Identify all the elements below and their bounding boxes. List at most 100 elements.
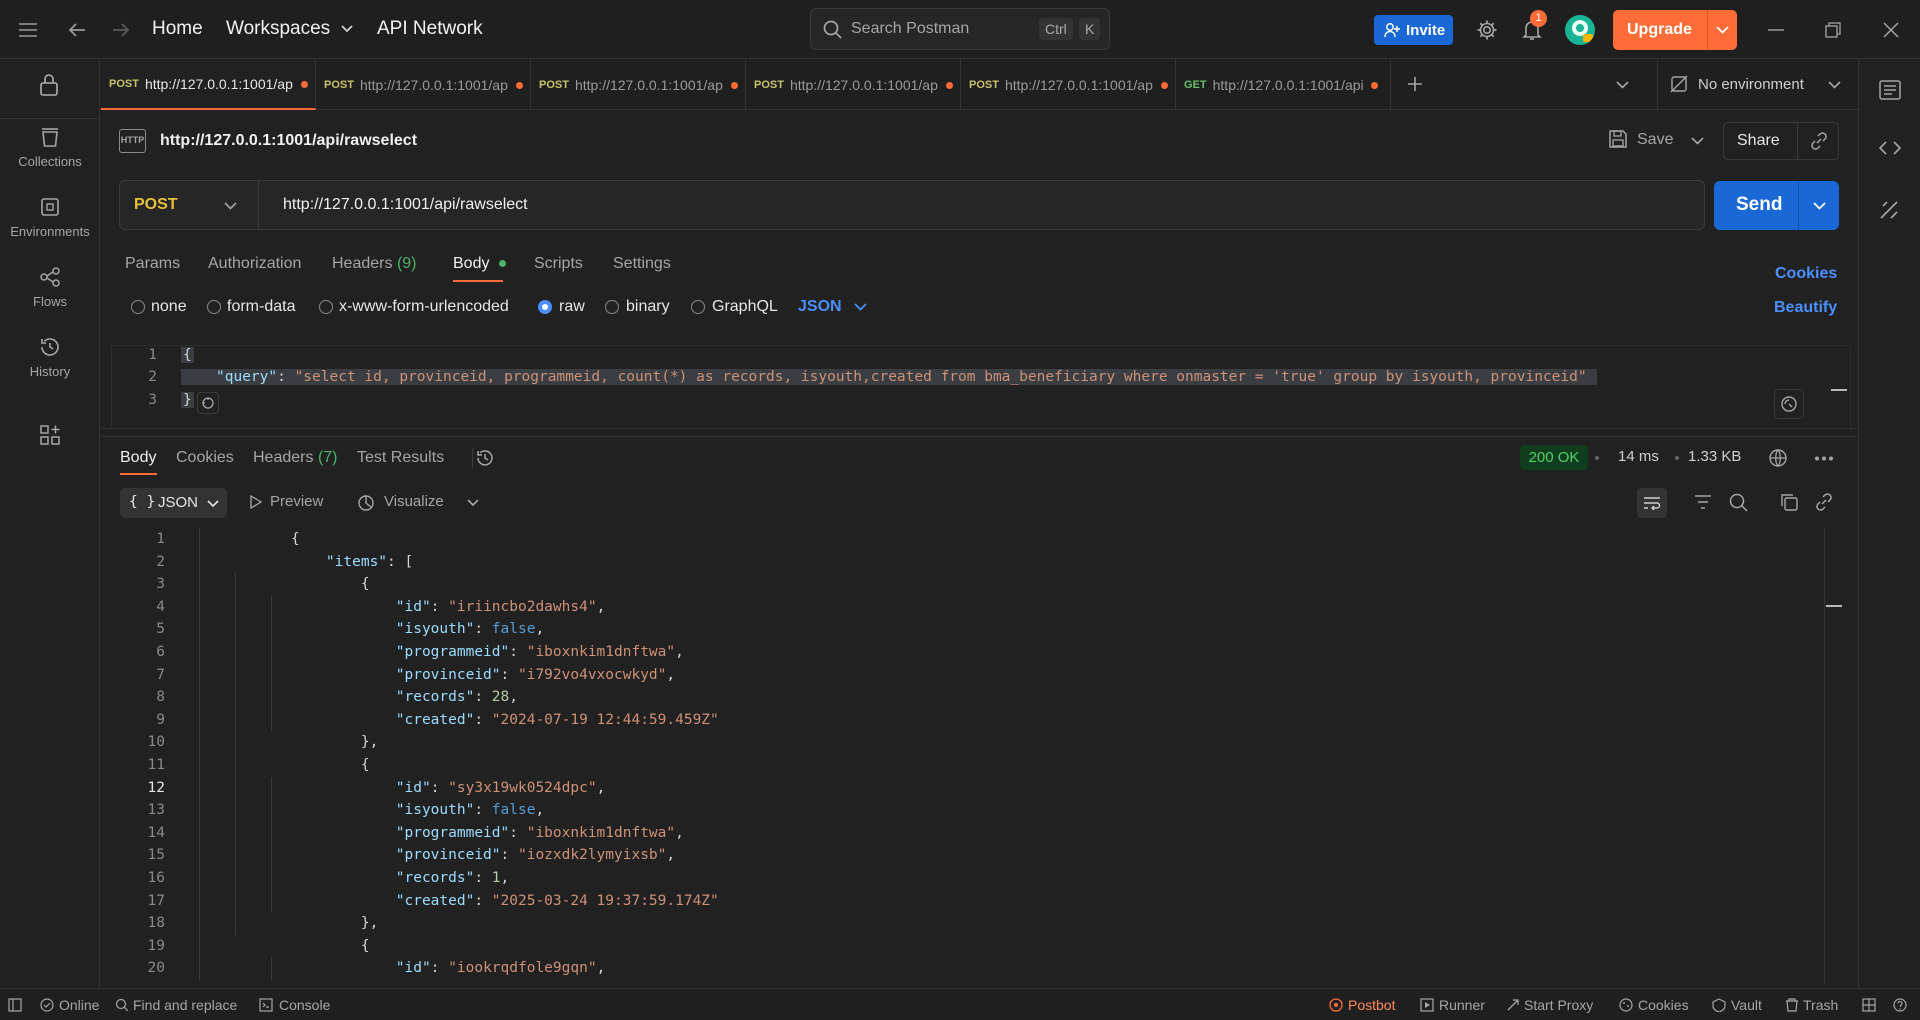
chevron-down-icon[interactable] — [1616, 81, 1629, 89]
tab-url: http://127.0.0.1:1001/ap — [574, 77, 723, 93]
visualize-button[interactable]: Visualize — [384, 493, 444, 510]
response-tab-test-results[interactable]: Test Results — [357, 449, 444, 467]
pane-divider[interactable] — [101, 436, 1858, 437]
new-tab-plus-icon[interactable] — [1407, 76, 1423, 92]
request-tab[interactable]: POST http://127.0.0.1:1001/ap — [101, 60, 316, 110]
cookies-link[interactable]: Cookies — [1775, 265, 1837, 283]
chevron-down-icon[interactable] — [1716, 26, 1729, 34]
search-box[interactable]: Search Postman Ctrl K — [810, 8, 1110, 50]
history-icon[interactable] — [475, 448, 495, 468]
nav-home[interactable]: Home — [152, 18, 203, 40]
postbot-button[interactable]: Postbot — [1348, 997, 1395, 1013]
sidebar-item-environments[interactable]: Environments — [0, 196, 100, 239]
console-button[interactable]: Console — [279, 997, 330, 1013]
request-tab[interactable]: POST http://127.0.0.1:1001/ap — [961, 60, 1176, 110]
tab-method: POST — [109, 78, 139, 90]
tab-params[interactable]: Params — [125, 255, 180, 273]
search-icon[interactable] — [1729, 493, 1748, 512]
send-button[interactable]: Send — [1714, 181, 1839, 230]
request-title[interactable]: http://127.0.0.1:1001/api/rawselect — [160, 132, 417, 150]
more-options-icon[interactable] — [1814, 456, 1834, 461]
trash-button[interactable]: Trash — [1803, 997, 1838, 1013]
back-arrow-icon[interactable] — [63, 16, 91, 44]
scrollbar-track[interactable] — [1824, 528, 1825, 984]
link-icon[interactable] — [1810, 132, 1828, 150]
request-body-editor[interactable]: 1 2 3 { "query": "select id, provinceid,… — [101, 345, 1858, 429]
cookies-button[interactable]: Cookies — [1638, 997, 1689, 1013]
tab-scripts[interactable]: Scripts — [534, 255, 583, 273]
code-icon[interactable] — [1879, 140, 1901, 156]
start-proxy-button[interactable]: Start Proxy — [1524, 997, 1593, 1013]
copy-icon[interactable] — [1780, 493, 1798, 511]
close-icon[interactable] — [1877, 16, 1905, 44]
runner-button[interactable]: Runner — [1439, 997, 1485, 1013]
related-collections-icon[interactable] — [1879, 200, 1899, 220]
upgrade-button[interactable]: Upgrade — [1613, 10, 1737, 50]
radio-binary[interactable] — [605, 300, 619, 314]
minimize-icon[interactable] — [1762, 16, 1790, 44]
tab-settings[interactable]: Settings — [613, 255, 671, 273]
tab-body[interactable]: Body — [453, 255, 506, 273]
configure-sidebar-icon[interactable] — [39, 424, 61, 446]
toggle-sidebar-icon[interactable] — [8, 998, 22, 1012]
vault-button[interactable]: Vault — [1731, 997, 1762, 1013]
status-badge[interactable]: 200 OK — [1520, 445, 1588, 470]
find-replace-button[interactable]: Find and replace — [133, 997, 237, 1013]
response-size[interactable]: 1.33 KB — [1688, 448, 1741, 465]
sidebar-item-history[interactable]: History — [0, 336, 100, 379]
sidebar-item-collections[interactable]: Collections — [0, 126, 100, 169]
documentation-icon[interactable] — [1879, 80, 1901, 100]
response-tab-cookies[interactable]: Cookies — [176, 449, 234, 467]
radio-raw[interactable] — [538, 300, 552, 314]
save-button[interactable]: Save — [1637, 131, 1673, 149]
request-tab[interactable]: POST http://127.0.0.1:1001/ap — [531, 60, 746, 110]
link-icon[interactable] — [1815, 493, 1833, 511]
response-body-viewer[interactable]: 1 {2 "items": [3 {4 "id": "iriincbo2dawhs… — [101, 528, 1826, 984]
response-headers-label: Headers — [253, 449, 314, 466]
response-tab-headers[interactable]: Headers (7) — [253, 449, 338, 467]
tab-headers[interactable]: Headers (9) — [332, 255, 417, 273]
filter-icon[interactable] — [1694, 494, 1712, 510]
tab-authorization[interactable]: Authorization — [208, 255, 301, 273]
request-tab[interactable]: POST http://127.0.0.1:1001/ap — [746, 60, 961, 110]
lock-icon[interactable] — [38, 73, 60, 97]
globe-icon[interactable] — [1768, 448, 1788, 468]
help-icon[interactable] — [1893, 998, 1907, 1012]
invite-button[interactable]: Invite — [1374, 15, 1453, 45]
nav-workspaces[interactable]: Workspaces — [226, 18, 354, 40]
send-divider — [1798, 181, 1799, 230]
preview-button[interactable]: Preview — [270, 493, 323, 510]
share-button[interactable]: Share — [1737, 132, 1780, 150]
environment-selector[interactable]: No environment — [1657, 60, 1858, 110]
language-select[interactable]: JSON — [798, 298, 867, 316]
nav-api-network[interactable]: API Network — [377, 18, 483, 40]
sidebar-item-flows[interactable]: Flows — [0, 266, 100, 309]
radio-graphql[interactable] — [691, 300, 705, 314]
avatar[interactable] — [1565, 15, 1595, 45]
layout-icon[interactable] — [1862, 998, 1876, 1012]
chevron-down-icon[interactable] — [1813, 202, 1826, 210]
chevron-down-icon[interactable] — [1691, 137, 1704, 145]
menu-icon[interactable] — [14, 16, 42, 44]
beautify-link[interactable]: Beautify — [1774, 299, 1837, 317]
forward-arrow-icon[interactable] — [107, 16, 135, 44]
response-tab-body[interactable]: Body — [120, 449, 156, 467]
response-headers-count: (7) — [317, 449, 338, 466]
wrap-lines-icon[interactable] — [1637, 488, 1667, 518]
radio-none[interactable] — [131, 300, 145, 314]
format-select[interactable]: { } JSON — [120, 488, 227, 518]
response-time[interactable]: 14 ms — [1618, 448, 1659, 465]
chevron-down-icon[interactable] — [467, 499, 479, 507]
postbot-inline-icon[interactable] — [197, 392, 219, 414]
radio-urlencoded[interactable] — [319, 300, 333, 314]
method-select[interactable]: POST — [120, 181, 259, 229]
online-status[interactable]: Online — [59, 997, 99, 1013]
separator-dot — [1675, 456, 1679, 460]
restore-icon[interactable] — [1819, 16, 1847, 44]
postbot-assist-icon[interactable] — [1774, 389, 1804, 419]
url-input[interactable]: http://127.0.0.1:1001/api/rawselect — [283, 196, 528, 214]
request-tab[interactable]: GET http://127.0.0.1:1001/api, — [1176, 60, 1391, 110]
radio-form-data[interactable] — [207, 300, 221, 314]
gear-icon[interactable] — [1473, 16, 1501, 44]
request-tab[interactable]: POST http://127.0.0.1:1001/ap — [316, 60, 531, 110]
